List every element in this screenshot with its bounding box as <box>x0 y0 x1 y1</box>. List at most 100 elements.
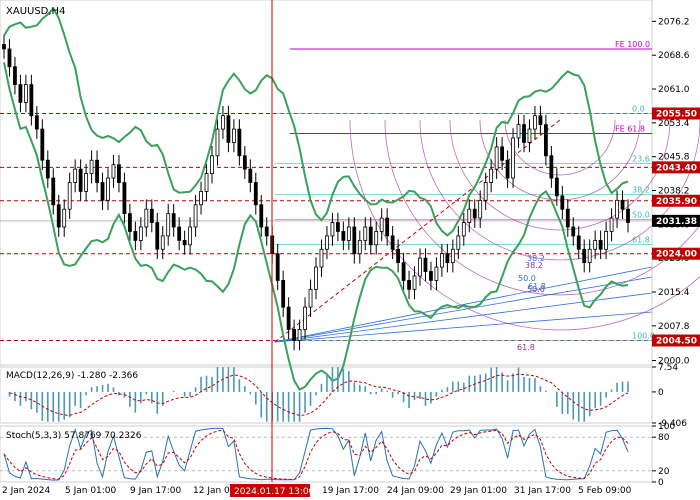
candle-body <box>571 226 576 237</box>
candle-body <box>34 115 39 130</box>
candle-body <box>565 208 570 228</box>
candle-body <box>242 155 247 170</box>
candle-body <box>292 328 297 341</box>
candle-body <box>149 208 154 223</box>
candle-body <box>500 146 505 161</box>
candle-body <box>467 208 472 223</box>
y-tick-label-8: 2061.0 <box>658 85 690 95</box>
candle-body <box>100 182 105 201</box>
candle-body <box>286 306 291 330</box>
x-tick-label-1: 5 Jan 01:00 <box>65 486 117 496</box>
candle-body <box>67 182 72 210</box>
x-tick-label-2: 9 Jan 17:00 <box>130 486 182 496</box>
candle-body <box>352 226 357 255</box>
fib-ret-label-1: 23.6 <box>632 154 650 163</box>
candle-body <box>117 164 121 183</box>
cursor-time-label: 2024.01.17 13:00 <box>234 487 315 497</box>
chart-title: XAUUSD,H4 <box>6 6 65 17</box>
candle-body <box>231 128 236 143</box>
fib-ret-label-0: 0.0 <box>632 105 645 114</box>
price-marker-label-4: 2004.50 <box>656 337 697 347</box>
candle-body <box>40 128 45 161</box>
candle-body <box>45 159 50 179</box>
price-marker-label-3: 2024.00 <box>656 250 697 260</box>
candle-body <box>554 177 559 197</box>
candle-body <box>511 137 515 179</box>
candle-body <box>89 159 94 174</box>
stoch-y-tick-label-0: 100 <box>658 422 675 432</box>
price-marker-label-0: 2055.50 <box>656 110 697 120</box>
candle-body <box>204 173 209 192</box>
fe-label-1: FE 61.8 <box>615 125 645 134</box>
candle-body <box>587 248 592 264</box>
fan-label-2: 61.8 <box>528 282 546 291</box>
candle-body <box>106 177 110 201</box>
fib-ret-label-5: 100.0 <box>632 332 655 341</box>
candle-body <box>18 84 23 103</box>
candle-body <box>210 155 214 174</box>
candle-body <box>133 231 138 241</box>
x-tick-label-7: 31 Jan 17:00 <box>514 486 571 496</box>
candle-body <box>221 115 225 130</box>
candle-body <box>412 275 417 290</box>
candle-body <box>626 208 630 223</box>
candle-body <box>73 168 78 183</box>
candle-body <box>253 182 258 206</box>
x-tick-label-4: 19 Jan 17:00 <box>322 486 379 496</box>
stoch-label: Stoch(5,3,3) 57.8769 70.2326 <box>6 431 142 441</box>
candle-body <box>472 208 477 219</box>
candle-body <box>111 164 116 179</box>
candle-body <box>325 235 329 250</box>
candle-body <box>303 306 307 330</box>
candle-body <box>522 124 526 143</box>
xauusd-chart: FE 100.0 FE 61.8 0.0 23.6 38.2 50.0 61.8 100.0 3… <box>0 0 700 500</box>
y-tick-label-9: 2068.6 <box>658 51 690 61</box>
candle-body <box>314 266 318 290</box>
candle-body <box>226 115 231 143</box>
candle-body <box>576 235 581 250</box>
candle-body <box>620 199 625 210</box>
y-tick-label-6: 2045.8 <box>658 153 690 163</box>
candle-body <box>418 257 422 277</box>
candle-body <box>160 235 165 250</box>
candle-body <box>593 239 598 250</box>
macd-y-tick-label-1: 0 <box>658 388 664 398</box>
candle-body <box>516 124 521 139</box>
candle-body <box>357 239 362 255</box>
fib-ret-label-4: 61.8 <box>632 235 650 244</box>
candle-body <box>582 248 587 264</box>
x-tick-label-8: 5 Feb 09:00 <box>578 486 632 496</box>
fe-label-0: FE 100.0 <box>615 40 650 49</box>
candle-body <box>385 217 390 237</box>
candle-body <box>396 248 401 264</box>
candle-body <box>23 84 28 103</box>
candle-body <box>483 182 488 201</box>
candle-body <box>2 44 6 50</box>
x-tick-label-6: 29 Jan 01:00 <box>450 486 507 496</box>
macd-y-tick-label-0: 7.54 <box>658 363 678 373</box>
fib-arc-label-2: 61.8 <box>517 343 535 352</box>
candle-body <box>527 128 532 143</box>
candle-body <box>505 159 510 179</box>
candle-body <box>379 217 384 232</box>
candle-body <box>138 226 143 241</box>
current-price-label: 2031.38 <box>656 217 697 227</box>
candle-body <box>84 173 89 192</box>
candle-body <box>29 84 34 117</box>
stoch-y-tick-label-3: 0 <box>658 478 664 488</box>
candle-body <box>188 226 193 246</box>
candle-body <box>543 124 548 157</box>
candle-body <box>171 213 176 228</box>
candle-body <box>604 231 609 250</box>
candle-body <box>51 177 56 206</box>
candle-body <box>423 257 428 272</box>
candle-body <box>335 222 340 232</box>
candle-body <box>598 239 603 250</box>
candle-body <box>609 217 614 232</box>
candle-body <box>450 248 455 264</box>
y-tick-label-7: 2053.4 <box>658 119 690 129</box>
candle-body <box>489 168 494 183</box>
candle-body <box>56 204 61 228</box>
candle-body <box>155 222 160 250</box>
candle-body <box>127 213 132 232</box>
